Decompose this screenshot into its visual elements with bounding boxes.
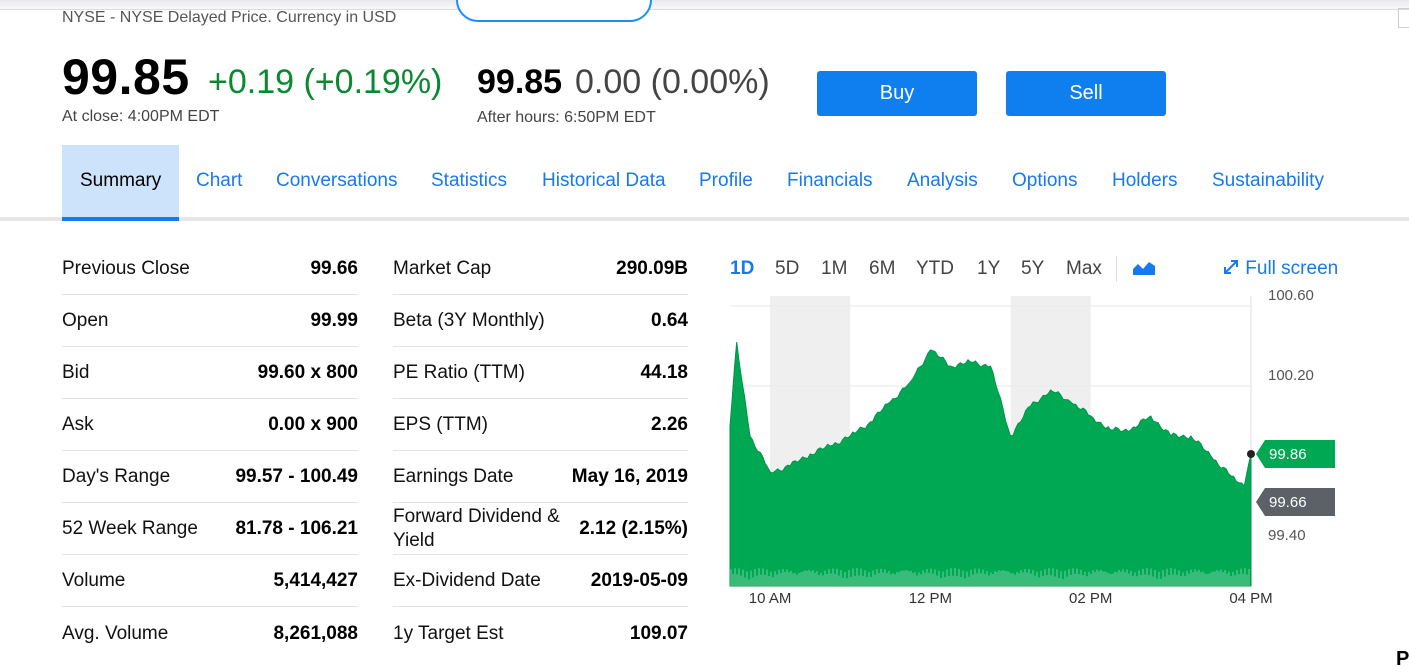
- fullscreen-label: Full screen: [1245, 258, 1339, 279]
- table-row: Avg. Volume 8,261,088: [62, 608, 358, 660]
- x-tick-label: 12 PM: [909, 590, 952, 607]
- row-value: 2.26: [651, 414, 688, 435]
- row-value: 81.78 - 106.21: [235, 518, 358, 539]
- table-row: Market Cap 290.09B: [393, 243, 688, 295]
- tab-conversations[interactable]: Conversations: [276, 145, 397, 217]
- row-label: Open: [62, 310, 109, 331]
- row-label: 1y Target Est: [393, 623, 504, 644]
- current-price-tag-text: 99.86: [1269, 446, 1307, 463]
- row-value: 99.99: [310, 310, 358, 331]
- exchange-info: NYSE - NYSE Delayed Price. Currency in U…: [62, 9, 397, 26]
- row-value: 290.09B: [616, 258, 688, 279]
- y-tick-label: 100.60: [1268, 290, 1314, 304]
- table-row: 1y Target Est 109.07: [393, 608, 688, 660]
- row-label: 52 Week Range: [62, 518, 198, 539]
- current-price-dot: [1247, 450, 1255, 458]
- table-row: Earnings Date May 16, 2019: [393, 451, 688, 503]
- table-row: Volume 5,414,427: [62, 555, 358, 607]
- table-row: 52 Week Range 81.78 - 106.21: [62, 503, 358, 555]
- row-label: Avg. Volume: [62, 623, 169, 644]
- previous-close-tag-text: 99.66: [1269, 494, 1307, 511]
- cut-off-text: P: [1396, 648, 1409, 670]
- window-corner: [1398, 8, 1409, 28]
- row-label: PE Ratio (TTM): [393, 362, 525, 383]
- x-tick-label: 02 PM: [1069, 590, 1112, 607]
- row-value: 8,261,088: [273, 623, 358, 644]
- previous-close-tag: 99.66: [1256, 488, 1335, 516]
- tab-options[interactable]: Options: [1012, 145, 1077, 217]
- row-label: Bid: [62, 362, 90, 383]
- table-row: Previous Close 99.66: [62, 243, 358, 295]
- range-5y[interactable]: 5Y: [1021, 258, 1044, 280]
- tab-holders[interactable]: Holders: [1112, 145, 1177, 217]
- tab-financials[interactable]: Financials: [787, 145, 873, 217]
- tab-profile[interactable]: Profile: [699, 145, 753, 217]
- price-change: +0.19 (+0.19%): [208, 63, 443, 101]
- row-label: Market Cap: [393, 258, 492, 279]
- row-label: EPS (TTM): [393, 414, 488, 435]
- x-tick-label: 04 PM: [1229, 590, 1272, 607]
- table-row: EPS (TTM) 2.26: [393, 399, 688, 451]
- tab-chart[interactable]: Chart: [196, 145, 242, 217]
- y-tick-label: 100.20: [1268, 367, 1314, 384]
- table-row: Forward Dividend & Yield 2.12 (2.15%): [393, 503, 688, 555]
- tab-bar-divider: [0, 217, 1409, 221]
- row-value: 2.12 (2.15%): [579, 518, 688, 539]
- sell-button[interactable]: Sell: [1006, 71, 1166, 116]
- range-ytd[interactable]: YTD: [916, 258, 954, 280]
- table-row: Beta (3Y Monthly) 0.64: [393, 295, 688, 347]
- table-row: Bid 99.60 x 800: [62, 347, 358, 399]
- expand-icon: [1224, 260, 1238, 274]
- row-label: Forward Dividend & Yield: [393, 506, 560, 551]
- range-5d[interactable]: 5D: [775, 258, 799, 280]
- y-tick-label: 99.40: [1268, 527, 1306, 544]
- x-tick-label: 10 AM: [749, 590, 792, 607]
- table-row: Ask 0.00 x 900: [62, 399, 358, 451]
- row-value: 5,414,427: [273, 570, 358, 591]
- price-chart[interactable]: 100.60 100.20 99.40 10 AM 12 PM 02 PM 04 PM 99.…: [700, 290, 1350, 620]
- range-1y[interactable]: 1Y: [977, 258, 1000, 280]
- table-row: Day's Range 99.57 - 100.49: [62, 451, 358, 503]
- row-label: Previous Close: [62, 258, 190, 279]
- row-label: Day's Range: [62, 466, 171, 487]
- fullscreen-button[interactable]: Full screen: [1222, 258, 1338, 280]
- row-value: 99.66: [310, 258, 358, 279]
- range-1d[interactable]: 1D: [730, 258, 754, 280]
- search-bar-edge[interactable]: [456, 0, 652, 22]
- row-value: May 16, 2019: [571, 466, 688, 487]
- table-row: Ex-Dividend Date 2019-05-09: [393, 555, 688, 607]
- row-label: Beta (3Y Monthly): [393, 310, 545, 331]
- tab-sustainability[interactable]: Sustainability: [1212, 145, 1324, 217]
- row-value: 99.60 x 800: [257, 362, 358, 383]
- current-price-tag: 99.86: [1256, 440, 1335, 468]
- tab-statistics[interactable]: Statistics: [431, 145, 507, 217]
- row-value: 109.07: [629, 623, 688, 644]
- after-hours-price: 99.85: [477, 63, 563, 101]
- close-time: At close: 4:00PM EDT: [62, 108, 220, 125]
- row-label: Ex-Dividend Date: [393, 570, 541, 591]
- row-value: 99.57 - 100.49: [235, 466, 358, 487]
- controls-separator: [1116, 256, 1117, 282]
- tab-summary[interactable]: Summary: [62, 145, 180, 221]
- after-hours-time: After hours: 6:50PM EDT: [477, 109, 656, 126]
- area-chart-icon[interactable]: [1132, 260, 1156, 276]
- table-row: Open 99.99: [62, 295, 358, 347]
- range-1m[interactable]: 1M: [821, 258, 847, 280]
- tab-historical-data[interactable]: Historical Data: [542, 145, 666, 217]
- stock-price: 99.85: [62, 49, 190, 105]
- buy-button[interactable]: Buy: [817, 71, 977, 116]
- range-max[interactable]: Max: [1066, 258, 1102, 280]
- row-value: 44.18: [640, 362, 688, 383]
- row-value: 0.64: [651, 310, 688, 331]
- after-hours-change: 0.00 (0.00%): [575, 63, 770, 101]
- table-row: PE Ratio (TTM) 44.18: [393, 347, 688, 399]
- tab-analysis[interactable]: Analysis: [907, 145, 978, 217]
- row-label: Earnings Date: [393, 466, 514, 487]
- row-value: 0.00 x 900: [268, 414, 358, 435]
- row-label: Volume: [62, 570, 126, 591]
- range-6m[interactable]: 6M: [869, 258, 895, 280]
- row-label: Ask: [62, 414, 94, 435]
- row-value: 2019-05-09: [590, 570, 688, 591]
